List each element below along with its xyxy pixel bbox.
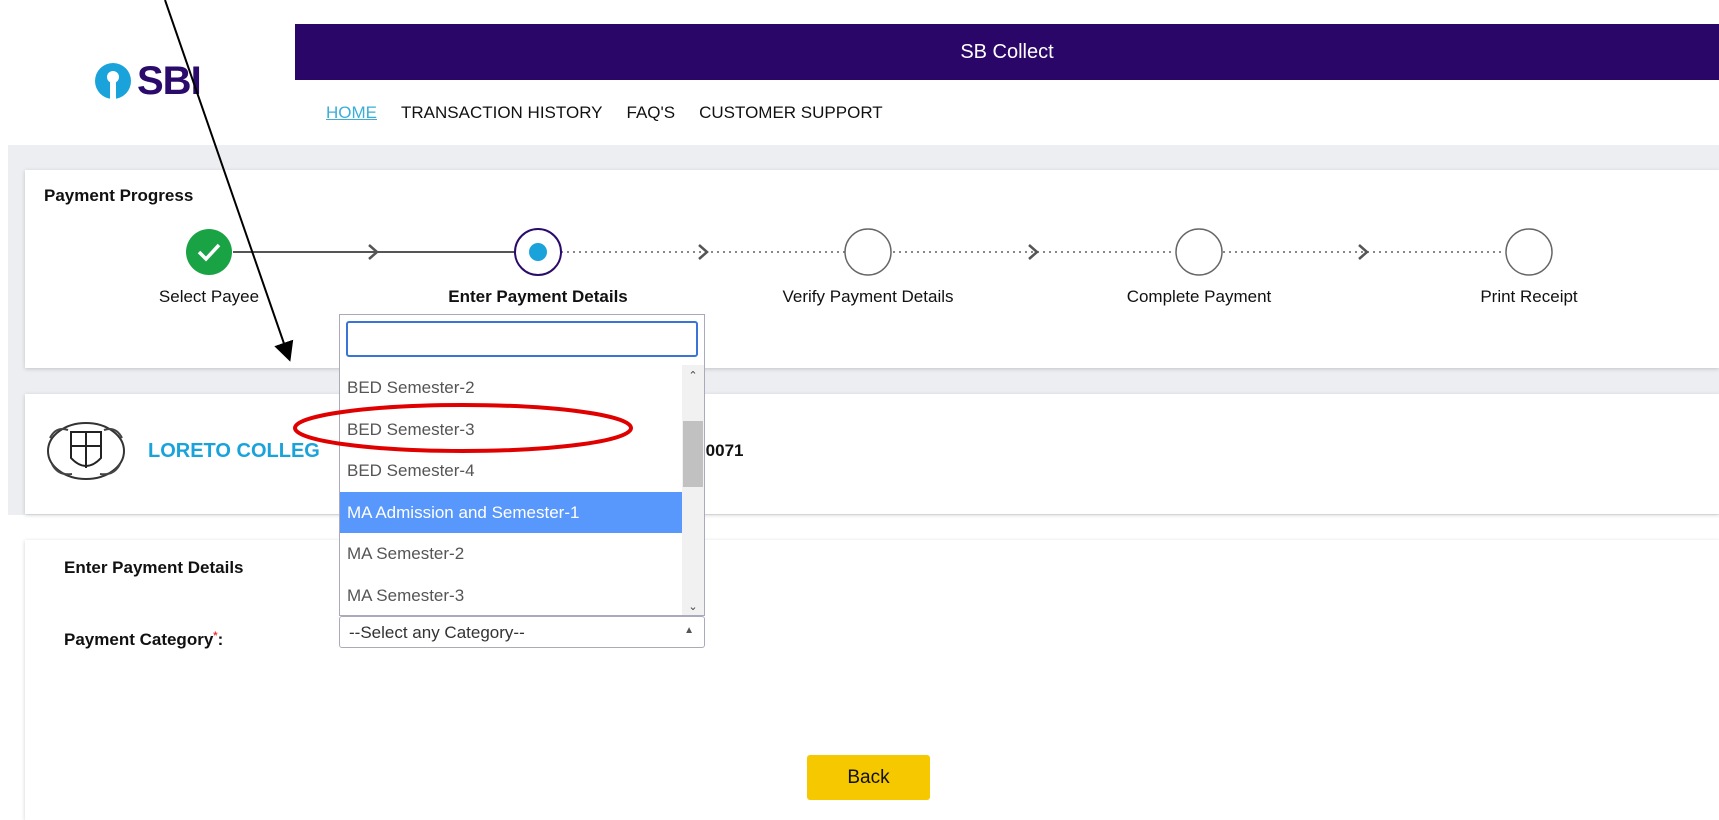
payment-category-select[interactable]: --Select any Category-- ▲ bbox=[339, 616, 705, 648]
dropdown-option-highlighted[interactable]: MA Admission and Semester-1 bbox=[340, 491, 684, 533]
step-label-print-receipt: Print Receipt bbox=[1480, 287, 1578, 306]
college-crest-icon bbox=[47, 422, 125, 480]
step-done-icon bbox=[186, 229, 232, 275]
step-label-enter-payment-details: Enter Payment Details bbox=[448, 287, 628, 306]
college-code: )0071 bbox=[700, 441, 744, 460]
step-label-verify-payment-details: Verify Payment Details bbox=[782, 287, 954, 306]
college-name: LORETO COLLEG bbox=[148, 440, 320, 462]
dropdown-option[interactable]: MA Semester-2 bbox=[340, 533, 684, 575]
payment-details-title: Enter Payment Details bbox=[64, 558, 244, 577]
step-pending-icon bbox=[1175, 228, 1223, 276]
caret-up-icon: ▲ bbox=[684, 625, 694, 636]
dropdown-scrollbar[interactable]: ⌃ ⌄ bbox=[682, 365, 704, 615]
scrollbar-thumb[interactable] bbox=[683, 421, 703, 487]
dropdown-option[interactable]: BED Semester-3 bbox=[340, 409, 684, 451]
step-current-icon bbox=[514, 228, 562, 276]
back-button[interactable]: Back bbox=[807, 755, 930, 800]
select-placeholder: --Select any Category-- bbox=[349, 623, 525, 642]
category-dropdown: BED Semester-2 BED Semester-3 BED Semest… bbox=[339, 314, 705, 616]
step-pending-icon bbox=[1505, 228, 1553, 276]
step-label-select-payee: Select Payee bbox=[158, 287, 260, 306]
dropdown-search-input[interactable] bbox=[346, 321, 698, 357]
step-pending-icon bbox=[844, 228, 892, 276]
dropdown-option[interactable]: MA Semester-3 bbox=[340, 575, 684, 617]
step-label-complete-payment: Complete Payment bbox=[1126, 287, 1272, 306]
dropdown-options: BED Semester-2 BED Semester-3 BED Semest… bbox=[340, 367, 684, 616]
dropdown-option[interactable]: BED Semester-2 bbox=[340, 367, 684, 409]
scroll-up-icon[interactable]: ⌃ bbox=[682, 369, 704, 382]
scroll-down-icon[interactable]: ⌄ bbox=[682, 600, 704, 613]
dropdown-option[interactable]: BED Semester-4 bbox=[340, 450, 684, 492]
payment-category-label: Payment Category*: bbox=[64, 630, 224, 649]
